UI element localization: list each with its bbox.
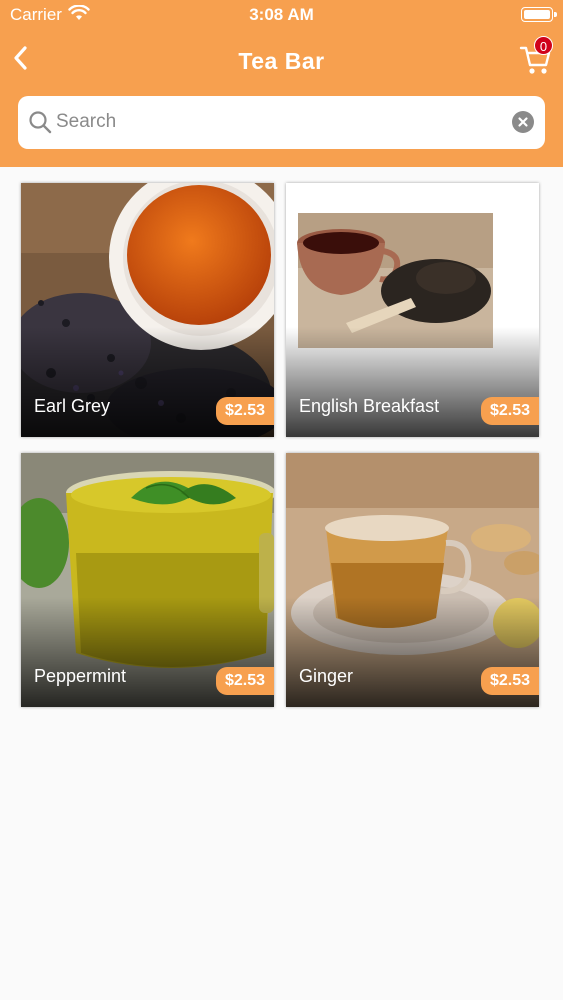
app-header: Carrier 3:08 AM Tea Bar 0	[0, 0, 563, 167]
product-price-badge: $2.53	[480, 667, 539, 695]
search-input[interactable]	[56, 108, 496, 136]
cart-count-badge: 0	[534, 36, 553, 55]
product-price-badge: $2.53	[215, 397, 274, 425]
status-time: 3:08 AM	[249, 5, 314, 24]
search-icon	[29, 111, 52, 134]
search-bar	[18, 96, 545, 149]
battery-icon	[521, 7, 557, 22]
product-card[interactable]: Ginger $2.53	[286, 453, 539, 707]
product-name: English Breakfast	[299, 396, 440, 416]
close-icon	[518, 117, 528, 127]
product-price-badge: $2.53	[215, 667, 274, 695]
product-price-badge: $2.53	[480, 397, 539, 425]
product-card[interactable]: English Breakfast $2.53	[286, 183, 539, 437]
product-name: Peppermint	[34, 666, 127, 686]
page-title: Tea Bar	[238, 48, 325, 74]
status-bar: Carrier 3:08 AM	[0, 0, 563, 30]
product-card[interactable]: Earl Grey $2.53	[21, 183, 274, 437]
clear-search-button[interactable]	[512, 111, 534, 133]
product-name: Ginger	[299, 666, 354, 686]
nav-bar: Tea Bar	[0, 36, 563, 86]
product-name: Earl Grey	[34, 396, 111, 416]
product-card[interactable]: Peppermint $2.53	[21, 453, 274, 707]
